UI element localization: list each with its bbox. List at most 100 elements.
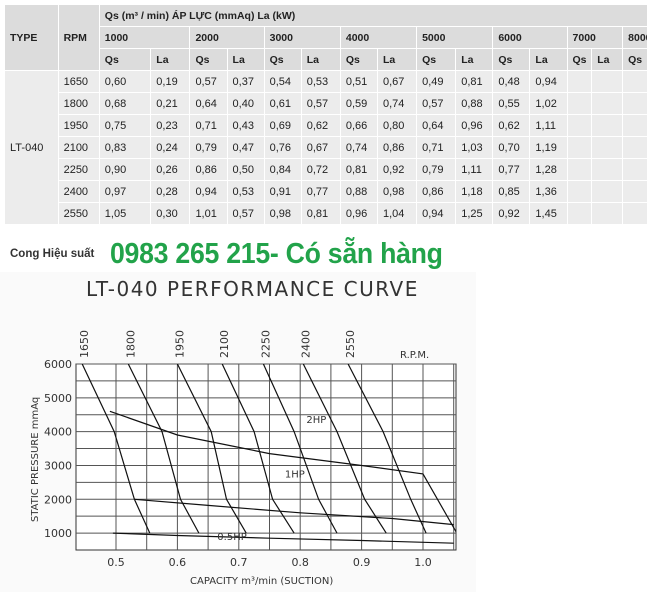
subheader-la: La	[376, 48, 418, 71]
subheader-la: La	[150, 48, 191, 71]
table-cell: 0,81	[339, 158, 378, 181]
promo-label: Cong Hiệu suất	[10, 248, 95, 260]
pressure-level-header: 1000	[98, 26, 191, 49]
y-tick-label: 4000	[44, 426, 72, 439]
table-cell: 0,88	[339, 180, 378, 203]
table-row: 2550 1,05 0,30 1,01 0,57 0,98 0,81 0,96 1,04 0,94…	[5, 202, 648, 225]
table-cell: 0,86	[189, 158, 228, 181]
table-cell: 1,02	[529, 92, 568, 115]
pressure-level-header: 3000	[263, 26, 341, 49]
table-cell	[566, 180, 593, 203]
table-cell: 0,85	[492, 180, 531, 203]
x-tick-label: 1.0	[414, 556, 432, 569]
plot-frame	[75, 363, 457, 551]
table-cell: 0,75	[98, 114, 152, 137]
table-cell	[566, 114, 593, 137]
table-cell	[591, 158, 624, 181]
table-cell	[566, 202, 593, 225]
subheader-qs: Qs	[339, 48, 378, 71]
rpm-label: 2100	[218, 330, 231, 358]
table-cell: 0,53	[226, 180, 265, 203]
x-tick-label: 0.9	[353, 556, 371, 569]
rpm-label: 1650	[78, 330, 91, 358]
subheader-qs: Qs	[98, 48, 152, 71]
table-cell: 0,98	[263, 202, 302, 225]
rpm-label: 1950	[173, 330, 186, 358]
table-row: 1800 0,68 0,21 0,64 0,40 0,61 0,57 0,59 0,74 0,57…	[5, 92, 648, 115]
subheader-qs: Qs	[263, 48, 302, 71]
table-cell	[622, 70, 648, 93]
table-cell: 1,19	[529, 136, 568, 159]
table-cell: 0,62	[300, 114, 341, 137]
pressure-level-header: 2000	[189, 26, 265, 49]
performance-table: TYPE RPM Qs (m³ / min) ÁP LỰC (mmAq) La …	[4, 4, 648, 225]
x-tick-label: 0.7	[230, 556, 248, 569]
table-cell: 0,90	[98, 158, 152, 181]
table-cell: 0,47	[226, 136, 265, 159]
table-cell: 0,57	[226, 202, 265, 225]
table-cell: 0,98	[376, 180, 418, 203]
table-cell: 0,68	[98, 92, 152, 115]
table-cell: 0,71	[189, 114, 228, 137]
table-cell: 0,97	[98, 180, 152, 203]
table-cell	[591, 70, 624, 93]
table-cell: 0,86	[376, 136, 418, 159]
table-cell: 0,51	[339, 70, 378, 93]
table-row: 1950 0,75 0,23 0,71 0,43 0,69 0,62 0,66 0,80 0,64…	[5, 114, 648, 137]
table-cell: 0,26	[150, 158, 191, 181]
table-cell: 0,24	[150, 136, 191, 159]
subheader-la: La	[300, 48, 341, 71]
table-row: 2250 0,90 0,26 0,86 0,50 0,84 0,72 0,81 0,92 0,79…	[5, 158, 648, 181]
rpm-unit-label: R.P.M.	[400, 350, 429, 361]
table-cell: 0,80	[376, 114, 418, 137]
table-cell: 0,57	[189, 70, 228, 93]
table-cell: 1,18	[455, 180, 494, 203]
table-cell: 0,92	[492, 202, 531, 225]
table-cell: 0,55	[492, 92, 531, 115]
model-type-cell: LT-040	[4, 70, 59, 225]
performance-chart-svg: LT-040 PERFORMANCE CURVE 6000 5000 4000 300…	[30, 277, 457, 587]
table-cell: 0,74	[339, 136, 378, 159]
subheader-la: La	[226, 48, 265, 71]
table-cell: 0,91	[263, 180, 302, 203]
table-cell: 0,74	[376, 92, 418, 115]
table-cell	[622, 180, 648, 203]
rpm-cell: 2100	[57, 136, 100, 159]
table-cell: 0,96	[339, 202, 378, 225]
y-tick-label: 3000	[44, 459, 72, 472]
rpm-cell: 2550	[57, 202, 100, 225]
table-cell: 0,79	[189, 136, 228, 159]
y-axis-label: STATIC PRESSURE mmAq	[30, 397, 41, 522]
header-main: Qs (m³ / min) ÁP LỰC (mmAq) La (kW)	[98, 4, 648, 27]
table-cell: 0,54	[263, 70, 302, 93]
promo-banner: Cong Hiệu suất 0983 265 215- Có sẵn hàng	[10, 234, 472, 274]
power-annotation: 1HP	[285, 469, 305, 480]
table-cell: 0,62	[492, 114, 531, 137]
table-cell	[591, 180, 624, 203]
subheader-qs: Qs	[416, 48, 457, 71]
table-cell: 0,64	[189, 92, 228, 115]
table-cell	[622, 136, 648, 159]
table-cell: 0,94	[416, 202, 457, 225]
rpm-cell: 1650	[57, 70, 100, 93]
table-cell	[591, 92, 624, 115]
table-cell: 1,05	[98, 202, 152, 225]
rpm-label: 2400	[299, 330, 312, 358]
subheader-qs: Qs	[189, 48, 228, 71]
table-cell: 0,67	[376, 70, 418, 93]
header-rpm: RPM	[57, 4, 100, 71]
y-tick-label: 6000	[44, 358, 72, 371]
header-type: TYPE	[4, 4, 59, 71]
table-cell: 0,49	[416, 70, 457, 93]
subheader-qs: Qs	[492, 48, 531, 71]
table-cell	[566, 92, 593, 115]
table-cell: 0,19	[150, 70, 191, 93]
table-cell: 0,59	[339, 92, 378, 115]
table-cell: 0,88	[455, 92, 494, 115]
pressure-level-header: 8000	[622, 26, 648, 49]
pressure-level-header: 6000	[492, 26, 568, 49]
rpm-cell: 1800	[57, 92, 100, 115]
table-cell	[591, 114, 624, 137]
x-axis-label: CAPACITY m³/min (SUCTION)	[190, 576, 333, 587]
table-cell: 0,61	[263, 92, 302, 115]
